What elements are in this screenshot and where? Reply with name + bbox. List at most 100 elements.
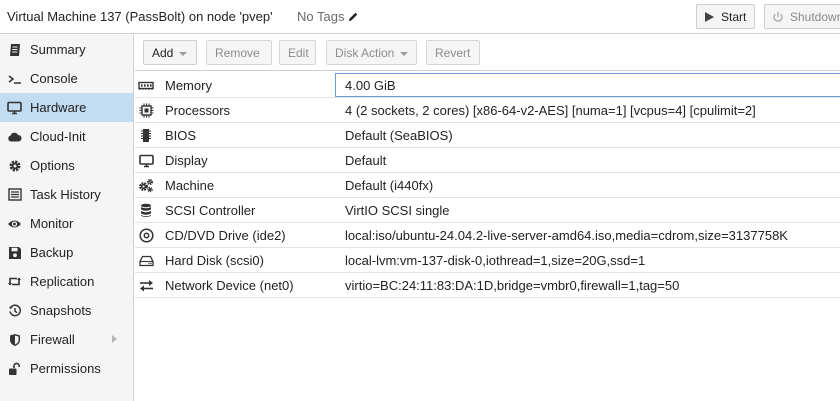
hardware-value: VirtIO SCSI single [345,203,450,218]
hardware-value: Default [345,153,387,168]
hardware-name: BIOS [165,128,197,143]
chevron-down-icon [400,51,409,56]
hardware-value: virtio=BC:24:11:83:DA:1D,bridge=vmbr0,fi… [345,278,680,293]
start-button[interactable]: Start [696,4,755,29]
summary-icon [7,42,22,57]
sidebar-item-label: Task History [30,187,101,202]
hardware-row-network-device[interactable]: Network Device (net0) virtio=BC:24:11:83… [135,273,840,298]
vm-sidebar: Summary Console Hardware Cloud-Init Opti… [0,35,134,401]
add-button[interactable]: Add [143,40,197,65]
expand-arrow-icon[interactable] [112,335,117,343]
sidebar-item-hardware[interactable]: Hardware [0,93,133,122]
sidebar-item-console[interactable]: Console [0,64,133,93]
hardware-row-memory[interactable]: Memory 4.00 GiB [135,73,840,98]
floppy-icon [7,245,22,260]
desktop-icon [138,153,154,168]
hdd-icon [138,253,154,268]
tags-area[interactable]: No Tags [297,9,359,24]
memory-icon [138,78,154,93]
hardware-value: local:iso/ubuntu-24.04.2-live-server-amd… [345,228,788,243]
edit-button[interactable]: Edit [279,40,316,65]
cogs-icon [138,178,154,193]
hardware-value: local-lvm:vm-137-disk-0,iothread=1,size=… [345,253,646,268]
vm-title: Virtual Machine 137 (PassBolt) on node '… [7,9,273,24]
hardware-name: Processors [165,103,231,118]
chevron-down-icon [179,51,188,56]
hardware-icon [7,100,22,115]
gear-icon [7,158,22,173]
sidebar-item-label: Backup [30,245,74,260]
play-icon [705,11,714,22]
hardware-row-cd-dvd-drive[interactable]: CD/DVD Drive (ide2) local:iso/ubuntu-24.… [135,223,840,248]
sidebar-item-label: Console [30,71,78,86]
sidebar-item-options[interactable]: Options [0,151,133,180]
start-label: Start [721,9,747,24]
sidebar-item-summary[interactable]: Summary [0,35,133,64]
exchange-icon [138,278,154,293]
retweet-icon [7,274,22,289]
hardware-row-bios[interactable]: BIOS Default (SeaBIOS) [135,123,840,148]
sidebar-item-task-history[interactable]: Task History [0,180,133,209]
hardware-name: Memory [165,78,212,93]
edit-label: Edit [288,45,309,60]
hardware-toolbar: Add Remove Edit Disk Action Revert [135,35,840,71]
hardware-row-hard-disk[interactable]: Hard Disk (scsi0) local-lvm:vm-137-disk-… [135,248,840,273]
shutdown-label: Shutdown [790,9,840,24]
remove-button[interactable]: Remove [206,40,272,65]
sidebar-item-label: Options [30,158,75,173]
tags-label: No Tags [297,9,345,24]
hardware-row-display[interactable]: Display Default [135,148,840,173]
sidebar-item-label: Firewall [30,332,75,347]
console-icon [7,71,22,86]
sidebar-item-firewall[interactable]: Firewall [0,325,133,354]
hardware-value: Default (SeaBIOS) [345,128,453,143]
remove-label: Remove [215,45,260,60]
sidebar-item-backup[interactable]: Backup [0,238,133,267]
disk-action-button[interactable]: Disk Action [326,40,417,65]
hardware-name: Hard Disk (scsi0) [165,253,264,268]
hardware-name: Machine [165,178,215,193]
hardware-name: SCSI Controller [165,203,256,218]
sidebar-item-label: Hardware [30,100,87,115]
revert-button[interactable]: Revert [426,40,480,65]
hardware-value: 4 (2 sockets, 2 cores) [x86-64-v2-AES] [… [345,103,756,118]
sidebar-item-label: Monitor [30,216,74,231]
hardware-value: Default (i440fx) [345,178,434,193]
vm-header: Virtual Machine 137 (PassBolt) on node '… [0,0,840,34]
selected-value-box [335,73,840,97]
shutdown-button[interactable]: Shutdown [764,4,840,29]
list-icon [7,187,22,202]
shield-icon [7,332,22,347]
pencil-icon[interactable] [347,11,359,23]
hardware-value: 4.00 GiB [345,78,396,93]
cloud-icon [7,129,22,144]
hardware-row-machine[interactable]: Machine Default (i440fx) [135,173,840,198]
sidebar-item-label: Summary [30,42,86,57]
hardware-row-scsi-controller[interactable]: SCSI Controller VirtIO SCSI single [135,198,840,223]
hardware-grid: Memory 4.00 GiB Processors 4 (2 sockets,… [135,73,840,298]
history-icon [7,303,22,318]
revert-label: Revert [435,45,471,60]
hardware-name: CD/DVD Drive (ide2) [165,228,286,243]
unlock-icon [7,361,22,376]
disk-action-label: Disk Action [335,45,395,60]
eye-icon [7,216,22,231]
sidebar-item-cloud-init[interactable]: Cloud-Init [0,122,133,151]
sidebar-item-permissions[interactable]: Permissions [0,354,133,383]
sidebar-item-monitor[interactable]: Monitor [0,209,133,238]
sidebar-item-replication[interactable]: Replication [0,267,133,296]
cpu-icon [138,103,154,118]
hardware-name: Display [165,153,208,168]
sidebar-item-label: Replication [30,274,95,289]
sidebar-item-label: Cloud-Init [30,129,86,144]
hardware-row-processors[interactable]: Processors 4 (2 sockets, 2 cores) [x86-6… [135,98,840,123]
cdrom-icon [138,228,154,243]
hardware-name: Network Device (net0) [165,278,294,293]
sidebar-item-label: Permissions [30,361,101,376]
sidebar-item-label: Snapshots [30,303,92,318]
database-icon [138,203,154,218]
add-label: Add [152,45,174,60]
microchip-icon [138,128,154,143]
sidebar-item-snapshots[interactable]: Snapshots [0,296,133,325]
power-icon [773,11,783,22]
